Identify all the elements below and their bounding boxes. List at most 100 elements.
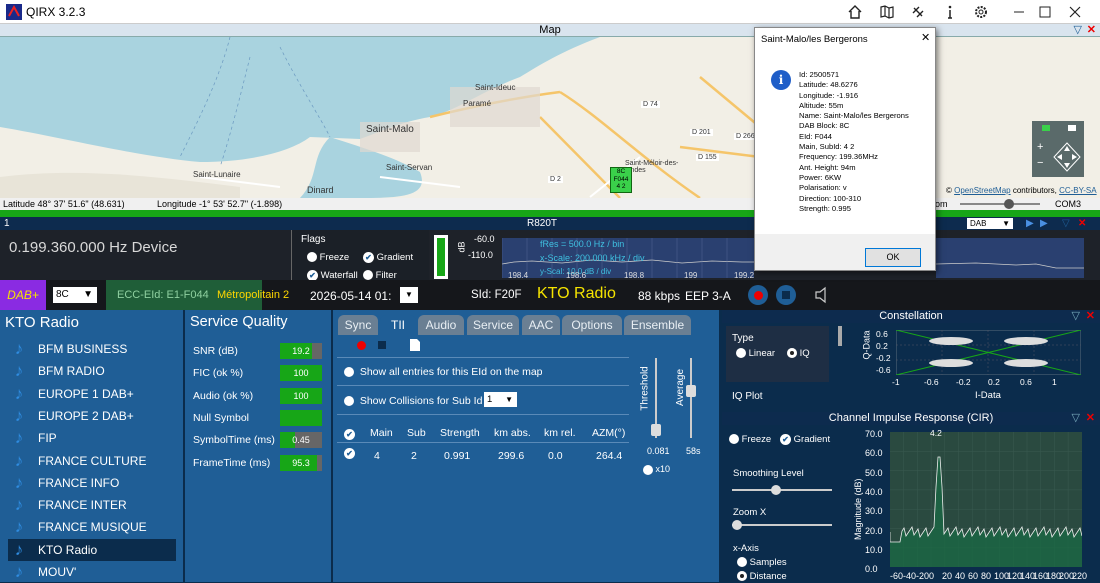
quality-label: Null Symbol <box>193 411 250 424</box>
zoom-slider[interactable] <box>732 520 832 530</box>
threshold-slider[interactable] <box>651 358 661 438</box>
tab-ensemble[interactable]: Ensemble <box>624 315 691 335</box>
dropdown-arrow-icon[interactable]: ▽ <box>1062 217 1070 230</box>
gradient-check[interactable]: ✔ Gradient <box>363 252 413 263</box>
station-item[interactable]: ♪ BFM RADIO <box>8 360 176 382</box>
dialog-lines: Id: 2500571 Latitude: 48.6276 Longitude: -… <box>799 70 909 214</box>
map-nav-control[interactable]: + − <box>1032 137 1084 177</box>
music-note-icon: ♪ <box>14 428 24 448</box>
close-panel-icon[interactable]: ✕ <box>1086 310 1095 323</box>
tab-tii[interactable]: TII <box>380 315 416 335</box>
map-zoom-slider[interactable] <box>960 199 1040 209</box>
samples-radio[interactable]: Samples <box>737 557 787 568</box>
tab-service[interactable]: Service <box>467 315 519 335</box>
station-item[interactable]: ♪ FRANCE INTER <box>8 494 176 516</box>
station-item[interactable]: ♪ EUROPE 1 DAB+ <box>8 383 176 405</box>
station-item[interactable]: ♪ MOUV' <box>8 561 176 583</box>
sub-id-select[interactable]: 1 ▼ <box>484 392 517 407</box>
constellation-scrollbar[interactable] <box>838 326 842 346</box>
tii-column-header: km abs. <box>494 427 531 439</box>
slider-thumb[interactable] <box>771 485 781 495</box>
bitrate: 88 kbps <box>638 289 681 303</box>
iq-radio[interactable]: IQ <box>787 348 810 359</box>
cir-freeze-radio[interactable]: Freeze <box>729 434 771 445</box>
linear-radio[interactable]: Linear <box>736 348 775 359</box>
radio-icon <box>643 464 653 475</box>
station-item[interactable]: ♪ BFM BUSINESS <box>8 338 176 360</box>
stop-button[interactable] <box>776 285 796 305</box>
stop-icon[interactable] <box>378 341 386 349</box>
mode-select[interactable]: DAB ▼ <box>967 218 1013 229</box>
tab-audio[interactable]: Audio <box>418 315 464 335</box>
show-collisions-radio[interactable]: Show Collisions for Sub Id <box>344 395 482 407</box>
cir-ylabel: Magnitude (dB) <box>853 478 863 540</box>
map-icon[interactable] <box>870 0 904 24</box>
dropdown-arrow-icon[interactable]: ▽ <box>1072 310 1080 323</box>
document-icon[interactable] <box>409 338 421 352</box>
zoom-in-icon[interactable]: + <box>1037 141 1043 153</box>
row-check[interactable]: ✔ <box>344 447 355 459</box>
station-item[interactable]: ♪ FRANCE MUSIQUE <box>8 516 176 538</box>
cir-x-tick-minor: 0 <box>929 571 935 581</box>
maximize-icon[interactable] <box>1028 0 1062 24</box>
quality-label: SNR (dB) <box>193 345 238 357</box>
station-name: EUROPE 2 DAB+ <box>38 408 134 423</box>
close-panel-icon[interactable]: ✕ <box>1086 412 1095 425</box>
tab-options[interactable]: Options <box>562 315 622 335</box>
tab-sync[interactable]: Sync <box>338 315 378 335</box>
record-icon[interactable] <box>357 341 366 350</box>
x10-radio[interactable]: x10 <box>643 464 670 475</box>
play-next-icon[interactable]: ▶ <box>1040 217 1048 230</box>
dropdown-arrow-icon[interactable]: ▽ <box>1074 24 1082 37</box>
speaker-icon[interactable] <box>814 286 830 304</box>
cir-gradient-check[interactable]: ✔ Gradient <box>780 434 830 445</box>
record-button[interactable] <box>748 285 768 305</box>
osm-link[interactable]: OpenStreetMap <box>954 186 1010 195</box>
close-window-icon[interactable] <box>1058 0 1092 24</box>
station-item[interactable]: ♪ FRANCE CULTURE <box>8 450 176 472</box>
station-item[interactable]: ♪ FIP <box>8 427 176 449</box>
freeze-radio[interactable]: Freeze <box>307 252 349 263</box>
gear-icon[interactable] <box>964 0 998 24</box>
slider-thumb[interactable] <box>732 520 742 530</box>
show-all-radio[interactable]: Show all entries for this EId on the map <box>344 366 543 378</box>
zoom-out-icon[interactable]: − <box>1037 157 1043 169</box>
station-item[interactable]: ♪ FRANCE INFO <box>8 472 176 494</box>
place-label: Saint-Servan <box>386 163 433 172</box>
ok-button[interactable]: OK <box>865 248 921 267</box>
cir-y-tick: 70.0 <box>865 429 883 439</box>
map-layer-toggle[interactable] <box>1032 121 1084 137</box>
close-panel-icon[interactable]: ✕ <box>1087 24 1096 37</box>
close-panel-icon[interactable]: ✕ <box>1078 217 1086 230</box>
station-item[interactable]: ♪ EUROPE 2 DAB+ <box>8 405 176 427</box>
service-dropdown-button[interactable]: ▼ <box>400 287 418 303</box>
smoothing-slider[interactable] <box>732 485 832 495</box>
info-icon[interactable] <box>933 0 967 24</box>
transmitter-marker[interactable]: 8C F044 4 2 <box>610 167 632 193</box>
spectrum-db-mid: -110.0 <box>468 250 493 260</box>
radio-icon <box>344 367 354 378</box>
music-note-icon: ♪ <box>14 339 24 358</box>
home-icon[interactable] <box>838 0 872 24</box>
license-link[interactable]: CC-BY-SA <box>1059 186 1097 195</box>
divider <box>337 357 629 358</box>
play-icon[interactable]: ▶ <box>1026 217 1034 230</box>
map-status-fragment: om <box>935 199 948 209</box>
tab-aac[interactable]: AAC <box>522 315 560 335</box>
slider-thumb[interactable] <box>651 424 661 436</box>
dropdown-arrow-icon[interactable]: ▽ <box>1072 412 1080 425</box>
band-label: DAB+ <box>0 280 46 310</box>
station-item[interactable]: ♪ KTO Radio <box>8 538 176 561</box>
distance-radio[interactable]: Distance <box>737 571 787 582</box>
dialog-line: Power: 6KW <box>799 172 842 182</box>
satellite-icon[interactable] <box>901 0 935 24</box>
select-all-check[interactable]: ✔ <box>344 428 355 440</box>
pan-icon[interactable] <box>1052 141 1082 173</box>
radio-icon <box>729 434 739 445</box>
slider-thumb[interactable] <box>686 385 696 397</box>
radio-icon <box>737 557 747 568</box>
block-select[interactable]: 8C ▼ <box>53 287 97 303</box>
average-slider[interactable] <box>686 358 696 438</box>
tii-cell: 299.6 <box>498 450 525 462</box>
dialog-close-icon[interactable]: ✕ <box>921 31 930 44</box>
